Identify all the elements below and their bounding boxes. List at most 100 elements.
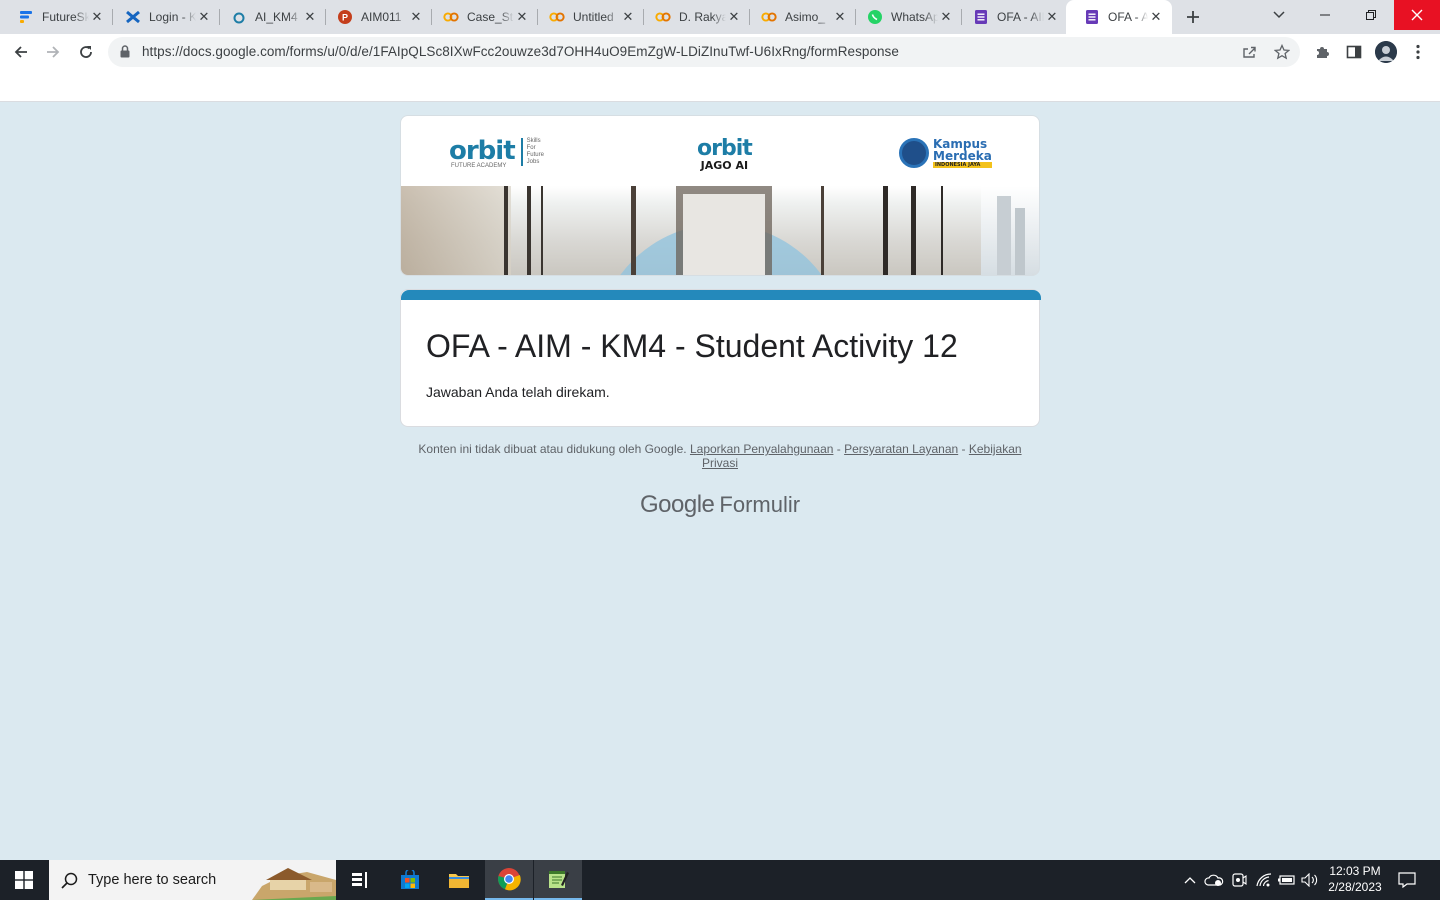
kemdikbud-seal-icon bbox=[899, 138, 929, 168]
close-icon[interactable]: ✕ bbox=[408, 9, 424, 25]
microsoft-store-button[interactable] bbox=[386, 860, 434, 900]
chrome-icon bbox=[498, 868, 521, 891]
tab-title: AI_KM4 bbox=[255, 10, 298, 24]
onedrive-icon[interactable] bbox=[1204, 870, 1224, 890]
tab-title: WhatsApp bbox=[891, 10, 938, 24]
tab-ofa-aim-active[interactable]: OFA - AIM ✕ bbox=[1066, 0, 1172, 34]
close-icon[interactable]: ✕ bbox=[726, 9, 742, 25]
task-view-button[interactable] bbox=[336, 860, 384, 900]
search-highlight-art bbox=[252, 862, 336, 900]
tab-title: Asimo_ bbox=[785, 10, 826, 24]
google-forms-icon bbox=[1084, 9, 1100, 25]
close-icon[interactable]: ✕ bbox=[938, 9, 954, 25]
office-photo bbox=[401, 186, 1039, 275]
clock-date: 2/28/2023 bbox=[1328, 880, 1382, 894]
tab-title: OFA - AIM bbox=[997, 10, 1044, 24]
forward-button[interactable] bbox=[39, 38, 67, 66]
taskbar-search-box[interactable]: Type here to search bbox=[49, 860, 336, 900]
tab-asimo[interactable]: Asimo_ ✕ bbox=[743, 0, 856, 34]
tab-ai-km4[interactable]: AI_KM4 ✕ bbox=[213, 0, 326, 34]
taskbar-clock[interactable]: 12:03 PM 2/28/2023 bbox=[1318, 863, 1392, 895]
wifi-icon[interactable] bbox=[1254, 870, 1274, 890]
tab-title: AIM011 bbox=[361, 10, 402, 24]
close-icon[interactable]: ✕ bbox=[89, 9, 105, 25]
bookmarks-bar bbox=[0, 70, 1440, 102]
orbit-future-academy-logo: orbit Skills For Future Jobs FUTURE ACAD… bbox=[449, 136, 544, 169]
extensions-icon[interactable] bbox=[1312, 42, 1332, 62]
chrome-taskbar-button[interactable] bbox=[485, 860, 533, 900]
windows-taskbar: Type here to search 12:03 PM 2/28/2023 bbox=[0, 860, 1440, 900]
google-forms-logo[interactable]: Google Formulir bbox=[640, 491, 800, 519]
tab-title: D. Rakyat bbox=[679, 10, 726, 24]
tab-title: FutureSkills bbox=[42, 10, 89, 24]
close-icon[interactable]: ✕ bbox=[514, 9, 530, 25]
chevron-up-icon[interactable] bbox=[1180, 870, 1200, 890]
url-text[interactable]: https://docs.google.com/forms/u/0/d/e/1F… bbox=[142, 44, 899, 59]
share-icon[interactable] bbox=[1240, 42, 1260, 62]
notepad-taskbar-button[interactable] bbox=[534, 860, 582, 900]
tab-ofa-aim-1[interactable]: OFA - AIM ✕ bbox=[955, 0, 1068, 34]
terms-link[interactable]: Persyaratan Layanan bbox=[844, 442, 958, 456]
reload-icon bbox=[80, 46, 92, 58]
form-page: orbit Skills For Future Jobs FUTURE ACAD… bbox=[0, 102, 1440, 860]
orbit-icon bbox=[231, 9, 247, 25]
tab-futureskills[interactable]: FutureSkills ✕ bbox=[0, 0, 113, 34]
futureskills-icon bbox=[18, 9, 34, 25]
form-title: OFA - AIM - KM4 - Student Activity 12 bbox=[426, 328, 958, 364]
tab-search-button[interactable] bbox=[1268, 4, 1290, 26]
window-close-button[interactable] bbox=[1394, 0, 1440, 30]
tab-whatsapp[interactable]: WhatsApp ✕ bbox=[849, 0, 962, 34]
notification-center-button[interactable] bbox=[1396, 870, 1418, 890]
start-button[interactable] bbox=[0, 860, 48, 900]
lock-icon[interactable] bbox=[120, 45, 130, 63]
profile-avatar[interactable] bbox=[1375, 41, 1397, 63]
reload-button[interactable] bbox=[72, 38, 100, 66]
clock-time: 12:03 PM bbox=[1329, 864, 1381, 878]
side-panel-icon[interactable] bbox=[1344, 42, 1364, 62]
svg-text:P: P bbox=[342, 13, 348, 23]
tab-login[interactable]: Login - Kampus ✕ bbox=[107, 0, 220, 34]
search-placeholder[interactable]: Type here to search bbox=[88, 872, 216, 888]
tab-strip: FutureSkills ✕ Login - Kampus ✕ AI_KM4 ✕… bbox=[0, 0, 1440, 34]
form-header-image: orbit Skills For Future Jobs FUTURE ACAD… bbox=[400, 115, 1040, 276]
close-icon[interactable]: ✕ bbox=[196, 9, 212, 25]
arrow-left-icon bbox=[14, 46, 27, 58]
tab-d-rakyat[interactable]: D. Rakyat ✕ bbox=[637, 0, 750, 34]
minimize-button[interactable] bbox=[1302, 0, 1348, 30]
close-icon[interactable]: ✕ bbox=[620, 9, 636, 25]
colab-icon bbox=[443, 9, 459, 25]
restore-button[interactable] bbox=[1348, 0, 1394, 30]
volume-icon[interactable] bbox=[1300, 870, 1320, 890]
close-icon[interactable]: ✕ bbox=[832, 9, 848, 25]
close-icon[interactable]: ✕ bbox=[1044, 9, 1060, 25]
tab-aim011[interactable]: P AIM011 ✕ bbox=[319, 0, 432, 34]
kampus-merdeka-icon bbox=[125, 9, 141, 25]
meet-now-icon[interactable] bbox=[1229, 870, 1249, 890]
new-tab-button[interactable] bbox=[1182, 6, 1204, 28]
file-explorer-button[interactable] bbox=[435, 860, 483, 900]
tab-title: Case_Study bbox=[467, 10, 514, 24]
tab-case-study[interactable]: Case_Study ✕ bbox=[425, 0, 538, 34]
folder-icon bbox=[449, 874, 469, 888]
colab-icon bbox=[655, 9, 671, 25]
address-bar[interactable]: https://docs.google.com/forms/u/0/d/e/1F… bbox=[108, 37, 1300, 67]
close-icon[interactable]: ✕ bbox=[1148, 9, 1164, 25]
whatsapp-icon bbox=[867, 9, 883, 25]
minimize-icon bbox=[1320, 14, 1330, 16]
google-forms-icon bbox=[973, 9, 989, 25]
close-icon[interactable]: ✕ bbox=[302, 9, 318, 25]
battery-icon[interactable] bbox=[1277, 870, 1297, 890]
windows-logo-icon bbox=[15, 871, 33, 889]
report-abuse-link[interactable]: Laporkan Penyalahgunaan bbox=[690, 442, 833, 456]
accent-bar bbox=[401, 290, 1041, 300]
powerpoint-icon: P bbox=[337, 9, 353, 25]
bookmark-star-icon[interactable] bbox=[1272, 42, 1292, 62]
menu-kebab-icon[interactable] bbox=[1408, 42, 1428, 62]
store-icon bbox=[401, 870, 419, 889]
colab-icon bbox=[761, 9, 777, 25]
tab-untitled[interactable]: Untitled ✕ bbox=[531, 0, 644, 34]
back-button[interactable] bbox=[7, 38, 35, 66]
search-icon bbox=[61, 872, 78, 889]
task-view-icon bbox=[352, 872, 367, 888]
tab-title: OFA - AIM bbox=[1108, 10, 1148, 24]
